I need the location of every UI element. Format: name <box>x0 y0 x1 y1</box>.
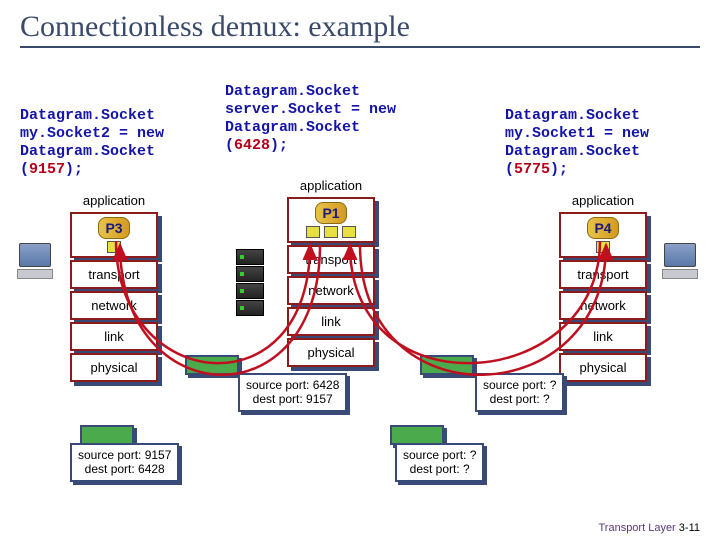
stack-left: application P3 transport network link ph… <box>70 191 158 382</box>
socket-icon <box>306 226 320 238</box>
stack-center-transport: transport <box>287 245 375 274</box>
pkt-right-in-l2: dest port: ? <box>490 392 550 406</box>
packet-header-icon <box>185 355 239 375</box>
stack-center: application P1 transport network link ph… <box>287 176 375 367</box>
stack-left-link: link <box>70 322 158 351</box>
stack-center-physical: physical <box>287 338 375 367</box>
code-left-port: 9157 <box>29 161 65 178</box>
code-right-l4c: ); <box>550 161 568 178</box>
stack-center-transport-label: transport <box>289 250 373 269</box>
stack-right-network: network <box>559 291 647 320</box>
proc-p3: P3 <box>98 217 129 239</box>
stack-right-physical: physical <box>559 353 647 382</box>
footer: Transport Layer 3-11 <box>598 522 700 534</box>
code-left-l1: Datagram.Socket <box>20 107 155 124</box>
socket-icon <box>324 226 338 238</box>
stack-center-link: link <box>287 307 375 336</box>
code-right-port: 5775 <box>514 161 550 178</box>
stack-center-app-label: application <box>287 176 375 195</box>
code-center-l4c: ); <box>270 137 288 154</box>
socket-icon <box>596 241 610 253</box>
stack-left-transport-label: transport <box>72 265 156 284</box>
code-center-l2: server.Socket = new <box>225 101 396 118</box>
code-right-l1: Datagram.Socket <box>505 107 640 124</box>
pkt-left-in-l2: dest port: 9157 <box>253 392 333 406</box>
packet-left-incoming: source port: 6428 dest port: 9157 <box>238 373 347 412</box>
proc-p4: P4 <box>587 217 618 239</box>
pkt-left-out-l2: dest port: 6428 <box>85 462 165 476</box>
stack-center-app-box: P1 <box>287 197 375 243</box>
server-icon <box>236 249 264 317</box>
stack-left-link-label: link <box>72 327 156 346</box>
socket-icon <box>342 226 356 238</box>
stack-left-app-box: P3 <box>70 212 158 258</box>
code-left-l4a: ( <box>20 161 29 178</box>
footer-page: 3-11 <box>679 522 700 534</box>
stack-left-transport: transport <box>70 260 158 289</box>
code-center-l4a: ( <box>225 137 234 154</box>
code-center-port: 6428 <box>234 137 270 154</box>
stack-right-network-label: network <box>561 296 645 315</box>
proc-p1: P1 <box>315 202 346 224</box>
code-right-l3: Datagram.Socket <box>505 143 640 160</box>
stack-right-app-label: application <box>559 191 647 210</box>
slide-title: Connectionless demux: example <box>20 10 700 48</box>
pkt-left-in-l1: source port: 6428 <box>246 378 339 392</box>
stack-center-physical-label: physical <box>289 343 373 362</box>
diagram-area: Datagram.Socket my.Socket2 = new Datagra… <box>20 63 700 483</box>
stack-right-transport: transport <box>559 260 647 289</box>
stack-left-app-label: application <box>70 191 158 210</box>
socket-icon <box>107 241 121 253</box>
code-center-l3: Datagram.Socket <box>225 119 360 136</box>
code-left-l4c: ); <box>65 161 83 178</box>
stack-right-physical-label: physical <box>561 358 645 377</box>
packet-header-icon <box>420 355 474 375</box>
footer-label: Transport Layer <box>598 522 675 534</box>
code-center: Datagram.Socket server.Socket = new Data… <box>225 83 425 155</box>
code-left: Datagram.Socket my.Socket2 = new Datagra… <box>20 107 200 179</box>
stack-center-link-label: link <box>289 312 373 331</box>
stack-right-link: link <box>559 322 647 351</box>
code-left-l2: my.Socket2 = new <box>20 125 164 142</box>
packet-right-outgoing: source port: ? dest port: ? <box>395 443 484 482</box>
code-right-l2: my.Socket1 = new <box>505 125 649 142</box>
pkt-left-out-l1: source port: 9157 <box>78 448 171 462</box>
pkt-right-out-l1: source port: ? <box>403 448 476 462</box>
code-right: Datagram.Socket my.Socket1 = new Datagra… <box>505 107 705 179</box>
pc-right-icon <box>660 243 700 279</box>
stack-left-physical: physical <box>70 353 158 382</box>
packet-right-incoming: source port: ? dest port: ? <box>475 373 564 412</box>
code-right-l4a: ( <box>505 161 514 178</box>
stack-left-physical-label: physical <box>72 358 156 377</box>
stack-center-network: network <box>287 276 375 305</box>
pkt-right-out-l2: dest port: ? <box>410 462 470 476</box>
stack-center-network-label: network <box>289 281 373 300</box>
pc-left-icon <box>15 243 55 279</box>
packet-left-outgoing: source port: 9157 dest port: 6428 <box>70 443 179 482</box>
stack-right: application P4 transport network link ph… <box>559 191 647 382</box>
stack-right-link-label: link <box>561 327 645 346</box>
stack-left-network: network <box>70 291 158 320</box>
pkt-right-in-l1: source port: ? <box>483 378 556 392</box>
code-center-l1: Datagram.Socket <box>225 83 360 100</box>
stack-left-network-label: network <box>72 296 156 315</box>
stack-right-transport-label: transport <box>561 265 645 284</box>
code-left-l3: Datagram.Socket <box>20 143 155 160</box>
packet-header-icon <box>390 425 444 445</box>
stack-right-app-box: P4 <box>559 212 647 258</box>
packet-header-icon <box>80 425 134 445</box>
